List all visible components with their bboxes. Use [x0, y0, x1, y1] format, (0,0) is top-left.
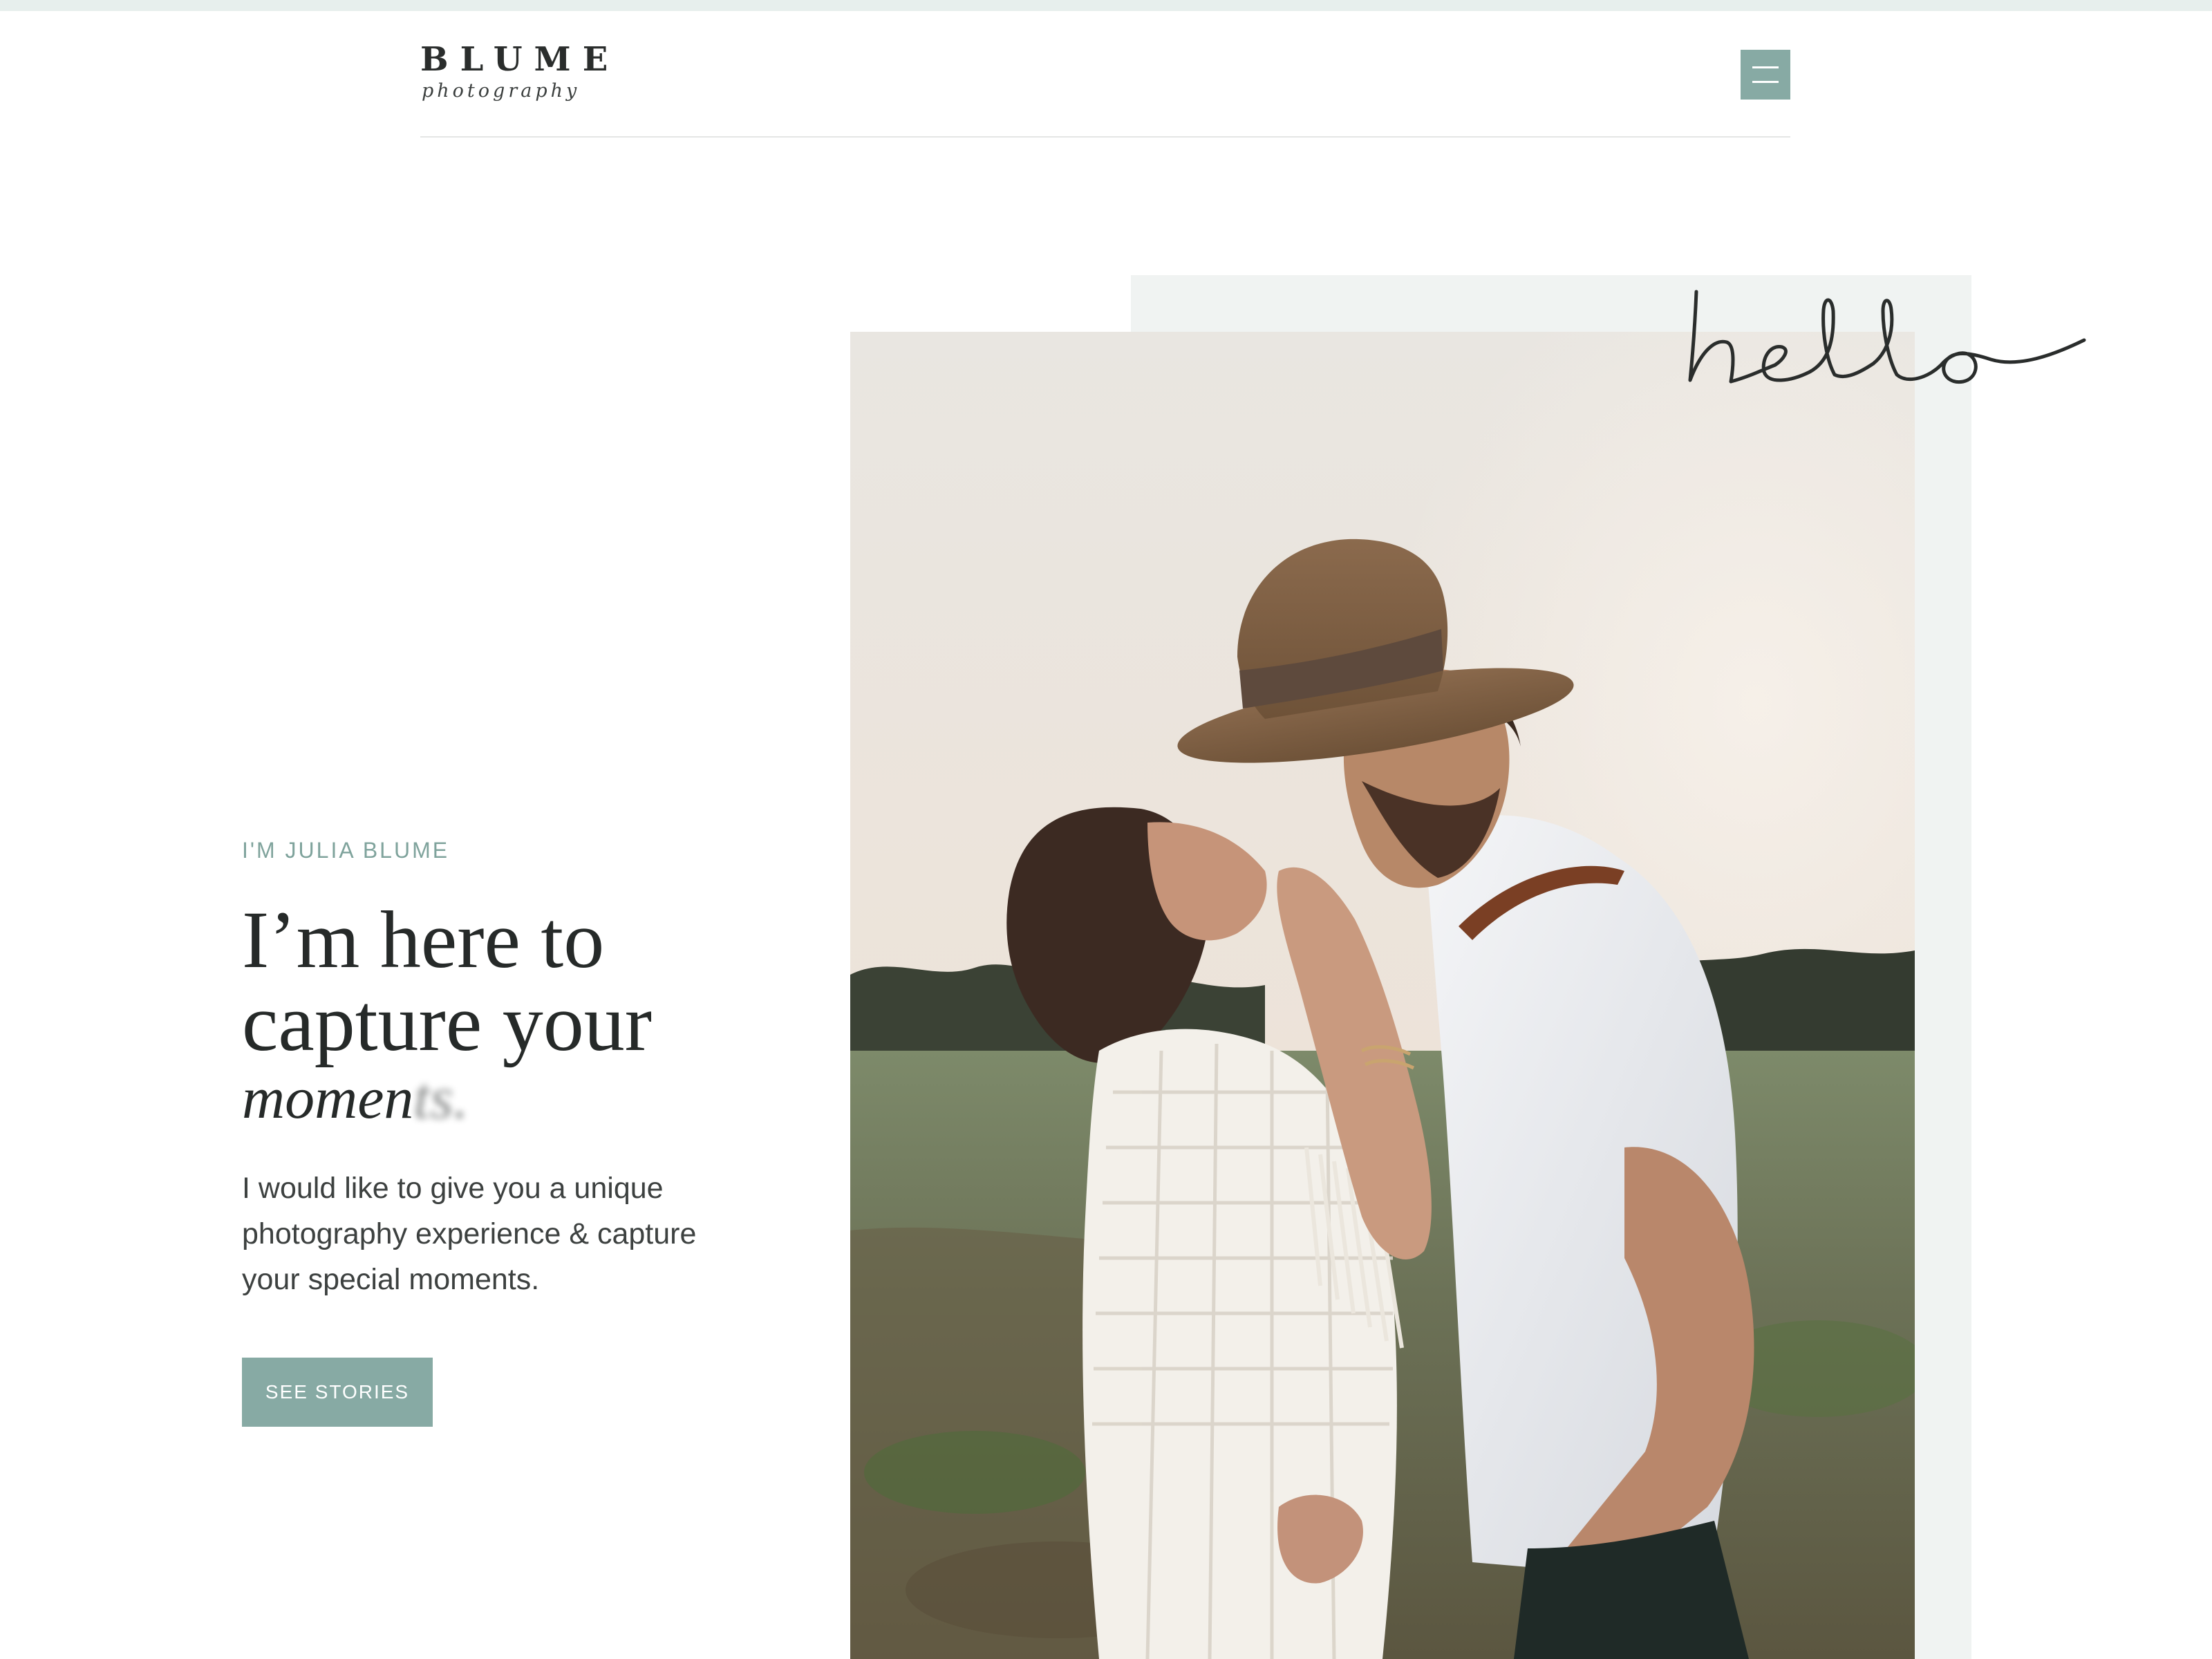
header-divider: [420, 136, 1790, 138]
logo-wordmark: BLUME: [420, 40, 620, 79]
menu-button[interactable]: [1741, 50, 1790, 100]
hero-eyebrow: I'M JULIA BLUME: [242, 838, 450, 863]
hero-headline: I’m here to capture your moments.: [242, 899, 795, 1130]
hello-script-greeting: hello: [1688, 290, 2086, 384]
page: BLUME photography I'M JULIA BLUME I’m he…: [0, 0, 2212, 1659]
headline-accent: moments.: [242, 1066, 795, 1130]
headline-accent-end: ts.: [413, 1065, 469, 1131]
headline-line-2: capture your: [242, 977, 652, 1068]
site-logo[interactable]: BLUME photography: [420, 40, 608, 109]
see-stories-button[interactable]: SEE STORIES: [242, 1358, 433, 1427]
hamburger-menu-icon: [1752, 66, 1779, 68]
headline-line-1: I’m here to: [242, 894, 605, 985]
top-accent-strip: [0, 0, 2212, 11]
hero-intro-text: I would like to give you a unique photog…: [242, 1172, 697, 1296]
hero-photo: [850, 332, 1915, 1659]
logo-subtitle: photography: [422, 80, 581, 102]
hamburger-menu-icon-line: [1752, 81, 1779, 83]
headline-accent-start: momen: [242, 1065, 414, 1131]
couple-photo-illustration: [850, 332, 1915, 1659]
